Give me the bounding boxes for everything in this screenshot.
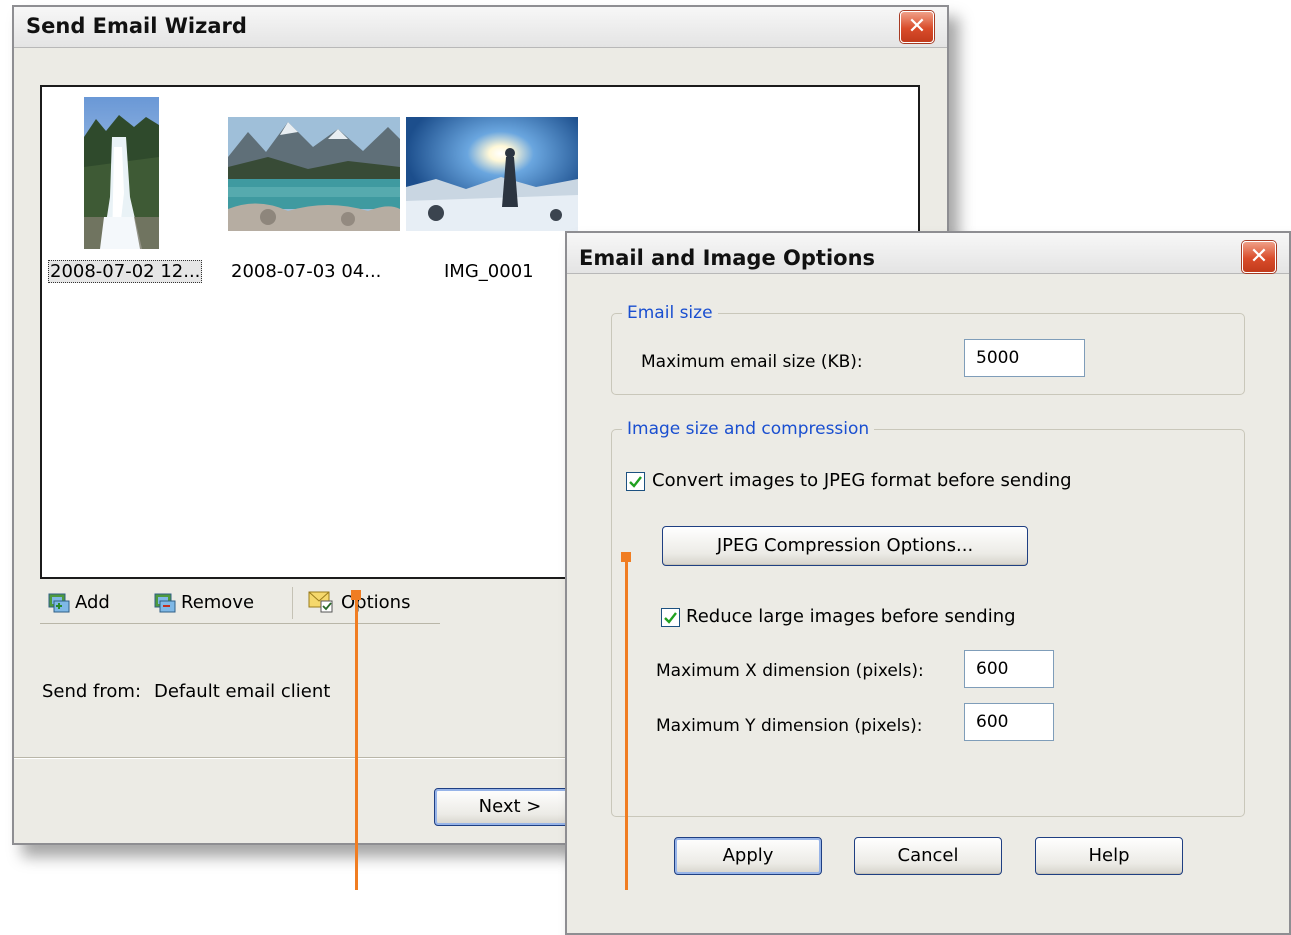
options-callout-marker [351, 590, 361, 600]
send-from-label: Send from: [42, 681, 142, 702]
remove-image-icon[interactable] [154, 591, 176, 613]
sunset-hiker-photo-icon [406, 117, 578, 231]
options-callout-line [355, 594, 358, 890]
thumbnail-caption[interactable]: 2008-07-02 12... [48, 260, 203, 283]
cancel-button[interactable]: Cancel [854, 837, 1002, 875]
options-envelope-icon[interactable] [308, 590, 334, 614]
email-image-options-dialog: Email and Image Options ✕ Email size Max… [565, 231, 1291, 935]
max-x-dimension-label: Maximum X dimension (pixels): [656, 661, 924, 681]
toolbar-underline [40, 623, 440, 624]
add-button[interactable]: Add [75, 592, 110, 613]
wizard-title: Send Email Wizard [26, 14, 247, 38]
close-icon[interactable]: ✕ [1242, 241, 1276, 273]
add-image-icon[interactable] [48, 591, 70, 613]
options-title: Email and Image Options [579, 246, 876, 270]
reduce-images-label[interactable]: Reduce large images before sending [686, 606, 1016, 627]
max-email-size-input[interactable]: 5000 [964, 339, 1085, 377]
jpeg-compression-options-button[interactable]: JPEG Compression Options... [662, 526, 1028, 566]
mountain-lake-photo-icon [228, 117, 400, 231]
image-toolbar: Add Remove Options [40, 583, 440, 623]
jpeg-options-callout-line [625, 556, 628, 890]
convert-jpeg-checkbox[interactable] [626, 472, 645, 491]
remove-button[interactable]: Remove [181, 592, 254, 613]
help-button[interactable]: Help [1035, 837, 1183, 875]
max-x-dimension-input[interactable]: 600 [964, 650, 1054, 688]
options-titlebar[interactable]: Email and Image Options ✕ [567, 233, 1289, 274]
waterfall-photo-icon [84, 97, 159, 249]
max-y-dimension-input[interactable]: 600 [964, 703, 1054, 741]
checkmark-icon [629, 476, 642, 488]
toolbar-divider [292, 587, 293, 619]
reduce-images-checkbox[interactable] [661, 608, 680, 627]
thumbnail-caption[interactable]: IMG_0001 [444, 261, 534, 282]
jpeg-options-callout-marker [621, 552, 631, 562]
convert-jpeg-label[interactable]: Convert images to JPEG format before sen… [652, 470, 1072, 491]
max-y-dimension-label: Maximum Y dimension (pixels): [656, 716, 923, 736]
thumbnail-hiker[interactable] [406, 117, 578, 231]
max-email-size-label: Maximum email size (KB): [641, 352, 863, 372]
thumbnail-lake[interactable] [228, 117, 400, 231]
next-button[interactable]: Next > [434, 788, 586, 826]
checkmark-icon [664, 612, 677, 624]
send-from-value: Default email client [154, 681, 331, 702]
thumbnail-caption[interactable]: 2008-07-03 04... [231, 261, 381, 282]
close-icon[interactable]: ✕ [900, 11, 934, 43]
wizard-titlebar[interactable]: Send Email Wizard ✕ [14, 7, 947, 48]
apply-button[interactable]: Apply [674, 837, 822, 875]
image-compression-group-title: Image size and compression [622, 419, 875, 439]
thumbnail-waterfall[interactable] [84, 97, 159, 249]
email-size-group-title: Email size [622, 303, 718, 323]
